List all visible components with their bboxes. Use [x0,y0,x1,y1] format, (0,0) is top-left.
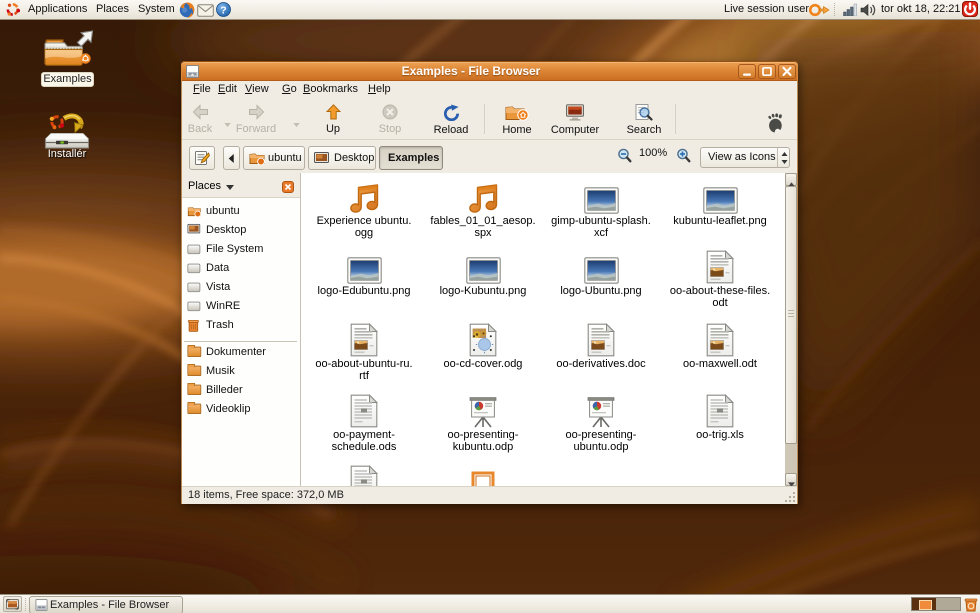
svg-text:?: ? [220,4,226,16]
